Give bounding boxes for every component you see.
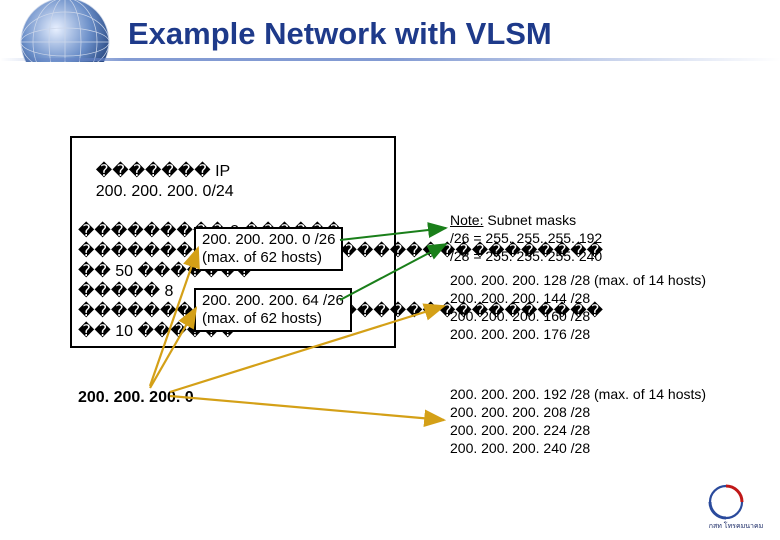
subnet1-ip: 200. 200. 200. 0 /26	[202, 231, 335, 249]
root-network-label: 200. 200. 200. 0	[78, 389, 194, 407]
note-title-rest: Subnet masks	[483, 212, 576, 228]
ipbox-line1: ������� IP 200. 200. 200. 0/24	[78, 142, 388, 222]
subnet1-max: (max. of 62 hosts)	[202, 249, 335, 267]
g3-l1: 200. 200. 200. 192 /28 (max. of 14 hosts…	[450, 386, 706, 404]
note-title: Note:	[450, 212, 483, 228]
globe-icon	[10, 0, 120, 95]
title-underline	[0, 58, 780, 61]
note-l2: /28 = 255. 255. 255. 240	[450, 248, 602, 266]
g3-l2: 200. 200. 200. 208 /28	[450, 404, 706, 422]
g3-l3: 200. 200. 200. 224 /28	[450, 422, 706, 440]
svg-text:กสท โทรคมนาคม: กสท โทรคมนาคม	[709, 521, 764, 530]
ipbox-ip: 200. 200. 200. 0/24	[96, 183, 234, 200]
g2-l4: 200. 200. 200. 176 /28	[450, 326, 706, 344]
g3-l4: 200. 200. 200. 240 /28	[450, 440, 706, 458]
note-title-line: Note: Subnet masks	[450, 212, 602, 230]
subnet-box-2: 200. 200. 200. 64 /26 (max. of 62 hosts)	[194, 288, 352, 332]
note-l1: /26 = 255. 255. 255. 192	[450, 230, 602, 248]
subnet-group-128: 200. 200. 200. 128 /28 (max. of 14 hosts…	[450, 272, 706, 344]
subnet-group-192: 200. 200. 200. 192 /28 (max. of 14 hosts…	[450, 386, 706, 458]
g2-l2: 200. 200. 200. 144 /28	[450, 290, 706, 308]
g2-l1: 200. 200. 200. 128 /28 (max. of 14 hosts…	[450, 272, 706, 290]
ipbox-prefix: ������� IP	[96, 163, 230, 180]
g2-l3: 200. 200. 200. 160 /28	[450, 308, 706, 326]
subnet-box-1: 200. 200. 200. 0 /26 (max. of 62 hosts)	[194, 227, 343, 271]
subnet2-ip: 200. 200. 200. 64 /26	[202, 292, 344, 310]
page-title: Example Network with VLSM	[128, 16, 552, 52]
cat-telecom-logo: กสท โทรคมนาคม	[704, 480, 768, 532]
note-block: Note: Subnet masks /26 = 255. 255. 255. …	[450, 212, 602, 266]
subnet2-max: (max. of 62 hosts)	[202, 310, 344, 328]
